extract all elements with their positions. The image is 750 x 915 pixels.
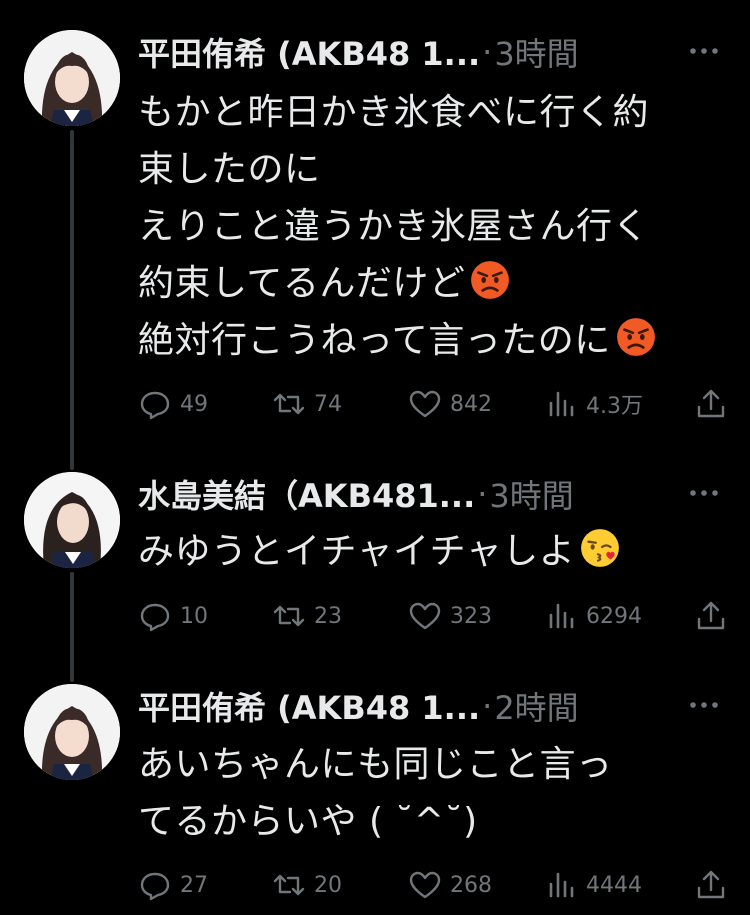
heart-icon [409,871,441,899]
analytics-icon [549,391,574,417]
like-button[interactable]: 842 [408,384,492,424]
more-options-icon[interactable] [686,690,722,720]
display-name[interactable]: 平田侑希 (AKB48 1... [138,29,480,75]
display-name[interactable]: 平田侑希 (AKB48 1... [138,683,480,729]
text-line: あいちゃんにも同じこと言っ [138,744,613,785]
tweet-header: 平田侑希 (AKB48 1... · 3時間 [138,30,730,74]
avatar[interactable] [24,30,120,126]
retweet-icon [273,874,305,896]
like-button[interactable]: 323 [408,596,492,636]
text-line: みゆうとイチャイチャしよ [138,523,730,580]
display-name[interactable]: 水島美結（AKB481... [138,471,475,517]
separator-dot: · [482,687,493,725]
view-count: 4444 [586,872,642,898]
retweet-button[interactable]: 20 [272,865,342,905]
retweet-button[interactable]: 74 [272,384,342,424]
like-count: 268 [450,872,492,898]
separator-dot: · [477,475,488,513]
heart-icon [409,390,441,418]
reply-button[interactable]: 10 [138,596,208,636]
retweet-count: 23 [314,603,342,629]
share-icon[interactable] [694,868,728,902]
text-line: もかと昨日かき氷食べに行く約 [138,92,650,133]
views-button[interactable]: 6294 [544,596,642,636]
kissing-heart-face-icon [581,529,620,567]
reply-icon [140,391,170,420]
like-count: 323 [450,603,492,629]
retweet-button[interactable]: 23 [272,596,342,636]
reply-count: 27 [180,872,208,898]
action-bar: 49 74 842 4.3万 [138,384,728,424]
text-line: てるからいや ( ˘^˘) [138,801,478,842]
share-icon[interactable] [694,387,728,421]
analytics-icon [549,603,574,629]
reply-button[interactable]: 49 [138,384,208,424]
text-line: えりこと違うかき氷屋さん行く [138,206,650,247]
tweet-header: 平田侑希 (AKB48 1... · 2時間 [138,684,730,728]
view-count: 4.3万 [586,394,643,419]
like-button[interactable]: 268 [408,865,492,905]
text-line: 束したのに [138,149,321,190]
views-button[interactable]: 4.3万 [544,384,643,424]
analytics-icon [549,872,574,898]
view-count: 6294 [586,603,642,629]
like-count: 842 [450,391,492,417]
reply-button[interactable]: 27 [138,865,208,905]
more-options-icon[interactable] [686,36,722,66]
timestamp[interactable]: 3時間 [489,471,573,517]
tweet-text: あいちゃんにも同じこと言っ てるからいや ( ˘^˘) [138,736,730,850]
heart-icon [409,602,441,630]
text-line: 絶対行こうねって言ったのに [138,312,730,369]
thread-line [70,130,74,470]
retweet-count: 20 [314,872,342,898]
reply-count: 49 [180,391,208,417]
avatar[interactable] [24,684,120,780]
reply-icon [140,603,170,632]
views-button[interactable]: 4444 [544,865,642,905]
action-bar: 27 20 268 4444 [138,865,728,905]
tweet-text: みゆうとイチャイチャしよ [138,523,730,580]
text-line: 約束してるんだけど [138,255,730,312]
timestamp[interactable]: 3時間 [494,29,578,75]
pouting-face-icon [616,318,655,356]
share-icon[interactable] [694,599,728,633]
thread-line [70,572,74,682]
action-bar: 10 23 323 6294 [138,596,728,636]
reply-icon [140,872,170,901]
tweet-text: もかと昨日かき氷食べに行く約 束したのに えりこと違うかき氷屋さん行く 約束して… [138,84,730,369]
retweet-icon [273,605,305,627]
more-options-icon[interactable] [686,478,722,508]
separator-dot: · [482,33,493,71]
retweet-count: 74 [314,391,342,417]
retweet-icon [273,393,305,415]
avatar[interactable] [24,472,120,568]
tweet-header: 水島美結（AKB481... · 3時間 [138,472,730,516]
reply-count: 10 [180,603,208,629]
pouting-face-icon [471,261,510,299]
timestamp[interactable]: 2時間 [494,683,578,729]
